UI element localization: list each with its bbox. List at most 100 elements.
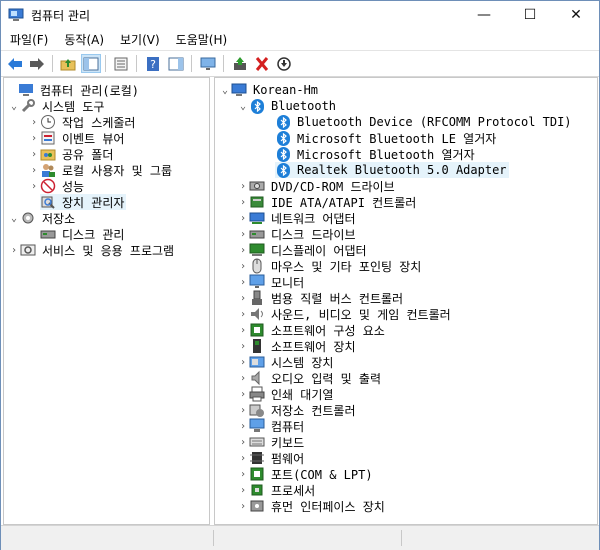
device-category[interactable]: › 사운드, 비디오 및 게임 컨트롤러 — [237, 306, 453, 322]
device-category[interactable]: › 저장소 컨트롤러 — [237, 402, 358, 418]
device-category[interactable]: › 소프트웨어 구성 요소 — [237, 322, 387, 338]
device-category[interactable]: › 프로세서 — [237, 482, 317, 498]
close-button[interactable]: ✕ — [553, 1, 599, 29]
chevron-right-icon[interactable]: › — [237, 498, 249, 514]
chevron-right-icon[interactable]: › — [237, 242, 249, 258]
chevron-right-icon[interactable]: › — [237, 258, 249, 274]
device-category[interactable]: › 인쇄 대기열 — [237, 386, 335, 402]
properties-button[interactable] — [111, 54, 131, 73]
device-category[interactable]: › 소프트웨어 장치 — [237, 338, 358, 354]
show-hide-tree-button[interactable] — [81, 54, 101, 73]
tree-item-task-scheduler[interactable]: › 작업 스케줄러 — [28, 114, 137, 130]
bluetooth-device[interactable]: Realtek Bluetooth 5.0 Adapter — [275, 162, 509, 178]
chevron-right-icon[interactable]: › — [237, 450, 249, 466]
chevron-right-icon[interactable]: › — [237, 306, 249, 322]
uninstall-button[interactable] — [252, 54, 272, 73]
chevron-right-icon[interactable]: › — [237, 418, 249, 434]
tree-item-storage[interactable]: ⌄ 저장소 — [8, 210, 77, 226]
device-category[interactable]: › 디스플레이 어댑터 — [237, 242, 369, 258]
chevron-right-icon[interactable]: › — [237, 402, 249, 418]
chevron-right-icon[interactable]: › — [237, 322, 249, 338]
tree-item-disk-management[interactable]: 디스크 관리 — [40, 226, 126, 242]
chevron-right-icon[interactable]: › — [28, 146, 40, 162]
device-category[interactable]: › IDE ATA/ATAPI 컨트롤러 — [237, 194, 418, 210]
device-tree-root[interactable]: ⌄ Korean-Hm — [219, 82, 320, 98]
chevron-right-icon[interactable]: › — [237, 370, 249, 386]
firmware-icon — [249, 450, 265, 466]
chevron-right-icon[interactable]: › — [237, 434, 249, 450]
chevron-right-icon[interactable]: › — [237, 482, 249, 498]
tree-item-local-users[interactable]: › 로컬 사용자 및 그룹 — [28, 162, 174, 178]
chevron-right-icon[interactable]: › — [237, 194, 249, 210]
device-category[interactable]: › 포트(COM & LPT) — [237, 466, 375, 482]
device-category[interactable]: › 모니터 — [237, 274, 306, 290]
chevron-right-icon[interactable]: › — [28, 130, 40, 146]
bluetooth-device[interactable]: Bluetooth Device (RFCOMM Protocol TDI) — [275, 114, 574, 130]
maximize-icon: ☐ — [523, 7, 537, 23]
help-button[interactable]: ? — [143, 54, 163, 73]
chevron-right-icon[interactable]: › — [237, 386, 249, 402]
action-pane-button[interactable] — [166, 54, 186, 73]
tree-item-shared-folders[interactable]: › 공유 폴더 — [28, 146, 115, 162]
tree-item-performance[interactable]: › 성능 — [28, 178, 86, 194]
port-icon — [249, 466, 265, 482]
device-category[interactable]: › 키보드 — [237, 434, 306, 450]
chevron-down-icon[interactable]: ⌄ — [8, 210, 20, 226]
forward-button[interactable] — [27, 54, 47, 73]
device-category[interactable]: › 컴퓨터 — [237, 418, 306, 434]
menu-file[interactable]: 파일(F) — [1, 29, 55, 49]
chevron-down-icon[interactable]: ⌄ — [8, 98, 20, 114]
tree-item-device-manager[interactable]: 장치 관리자 — [40, 194, 127, 210]
uninstall-icon — [255, 56, 269, 71]
chevron-right-icon[interactable]: › — [237, 226, 249, 242]
device-category[interactable]: › DVD/CD-ROM 드라이브 — [237, 178, 397, 194]
device-category[interactable]: › 마우스 및 기타 포인팅 장치 — [237, 258, 423, 274]
processor-icon — [249, 482, 265, 498]
bluetooth-device[interactable]: Microsoft Bluetooth LE 열거자 — [275, 130, 498, 146]
device-category[interactable]: › 오디오 입력 및 출력 — [237, 370, 383, 386]
device-category[interactable]: › 펌웨어 — [237, 450, 306, 466]
device-category[interactable]: › 휴먼 인터페이스 장치 — [237, 498, 387, 514]
chevron-right-icon[interactable]: › — [28, 114, 40, 130]
chevron-right-icon[interactable]: › — [237, 210, 249, 226]
menu-view[interactable]: 보기(V) — [111, 29, 167, 49]
tree-item-system-tools[interactable]: ⌄ 시스템 도구 — [8, 98, 106, 114]
minimize-button[interactable]: — — [461, 1, 507, 29]
download-button[interactable] — [274, 54, 294, 73]
network-adapter-icon — [249, 210, 265, 226]
tree-item-label: 로컬 사용자 및 그룹 — [62, 163, 172, 178]
back-button[interactable] — [5, 54, 25, 73]
computer-management-icon — [18, 82, 34, 98]
chevron-right-icon[interactable]: › — [237, 354, 249, 370]
tree-item-services-apps[interactable]: › 서비스 및 응용 프로그램 — [8, 242, 176, 258]
chevron-right-icon[interactable]: › — [28, 162, 40, 178]
menu-action[interactable]: 동작(A) — [55, 29, 111, 49]
chevron-right-icon[interactable]: › — [8, 242, 20, 258]
chevron-down-icon[interactable]: ⌄ — [219, 82, 231, 98]
chevron-right-icon[interactable]: › — [237, 290, 249, 306]
device-label: Microsoft Bluetooth 열거자 — [297, 147, 475, 162]
bluetooth-device[interactable]: Microsoft Bluetooth 열거자 — [275, 146, 477, 162]
menu-help[interactable]: 도움말(H) — [167, 29, 235, 49]
chevron-down-icon[interactable]: ⌄ — [237, 98, 249, 114]
chevron-right-icon[interactable]: › — [28, 178, 40, 194]
tree-item-label: 저장소 — [42, 211, 76, 226]
chevron-right-icon[interactable]: › — [237, 466, 249, 482]
chevron-right-icon[interactable]: › — [237, 338, 249, 354]
device-category[interactable]: › 네트워크 어댑터 — [237, 210, 358, 226]
computer-icon — [249, 418, 265, 434]
update-driver-button[interactable] — [230, 54, 250, 73]
device-category[interactable]: › 시스템 장치 — [237, 354, 335, 370]
up-folder-icon — [60, 58, 76, 70]
chevron-right-icon[interactable]: › — [237, 178, 249, 194]
category-bluetooth[interactable]: ⌄ Bluetooth — [237, 98, 338, 114]
maximize-button[interactable]: ☐ — [507, 1, 553, 29]
device-category[interactable]: › 디스크 드라이브 — [237, 226, 358, 242]
tree-item-event-viewer[interactable]: › 이벤트 뷰어 — [28, 130, 126, 146]
up-folder-button[interactable] — [58, 54, 78, 73]
chevron-right-icon[interactable]: › — [237, 274, 249, 290]
tree-item-computer-management[interactable]: 컴퓨터 관리(로컬) — [6, 82, 141, 98]
device-category[interactable]: › 범용 직렬 버스 컨트롤러 — [237, 290, 405, 306]
monitor-button[interactable] — [198, 54, 218, 73]
device-manager-icon — [40, 194, 56, 210]
